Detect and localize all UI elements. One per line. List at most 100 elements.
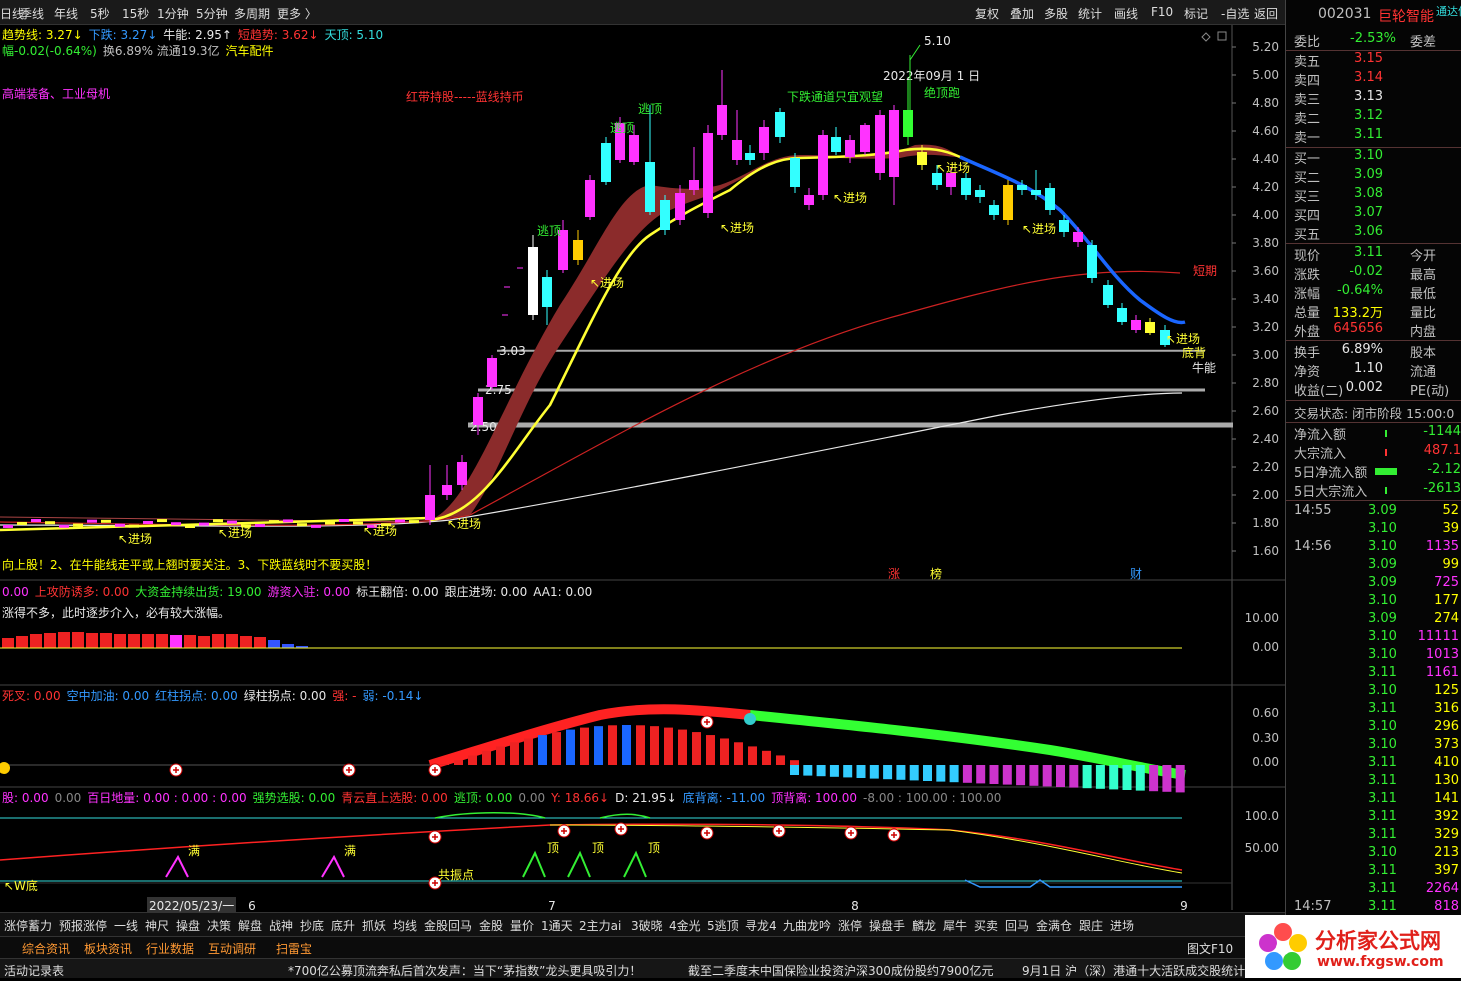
tick-volume: 1161 — [1425, 665, 1459, 680]
sub3-item-8: D: 21.95↓ — [615, 791, 677, 805]
bull-label: 牛能 — [1192, 360, 1216, 375]
tick-volume: 213 — [1434, 845, 1459, 860]
news-item-0[interactable]: *700亿公募顶流奔私后首次发声：当下“茅指数”龙头更具吸引力！ — [288, 962, 641, 979]
sell-1-value: 3.15 — [1354, 51, 1383, 66]
stat2-1-label: 净资 — [1294, 365, 1321, 380]
macd-red-bar — [454, 760, 463, 765]
macd-red-bar — [552, 732, 561, 765]
candle-body — [45, 521, 55, 525]
indicator-tab-5[interactable]: 决策 — [207, 917, 231, 934]
indicator-tab-3[interactable]: 神尺 — [145, 917, 169, 934]
indicator-tab-18[interactable]: 4金光 — [669, 917, 701, 934]
indicator-tab-12[interactable]: 金股回马 — [424, 917, 472, 934]
escape-label-1: 逃顶 — [610, 121, 634, 135]
indicator-tab-30[interactable]: 进场 — [1110, 917, 1134, 934]
info-tab-4[interactable]: 扫雷宝 — [276, 940, 312, 957]
tick-price: 3.11 — [1368, 809, 1397, 824]
indicator-tab-17[interactable]: 3破晓 — [631, 917, 663, 934]
indicator-tab-26[interactable]: 买卖 — [974, 917, 998, 934]
candle-body — [585, 180, 595, 217]
stat-1-label: 涨跌 — [1294, 268, 1321, 283]
tool-4[interactable]: 画线 — [1114, 5, 1138, 22]
indicator-tab-14[interactable]: 量价 — [510, 917, 534, 934]
indicator-tab-7[interactable]: 战神 — [269, 917, 293, 934]
indicator-tab-29[interactable]: 跟庄 — [1079, 917, 1103, 934]
info-tab-2[interactable]: 行业数据 — [146, 940, 194, 957]
entry-label-4: ↖进场 — [590, 276, 624, 290]
macd-green-bar — [989, 765, 999, 784]
price-tick: 3.00 — [1252, 348, 1279, 362]
indicator-tab-0[interactable]: 涨停蓄力 — [4, 917, 52, 934]
tick-volume: 329 — [1434, 827, 1459, 842]
info-tab-0[interactable]: 综合资讯 — [22, 940, 70, 957]
period-tab-3[interactable]: 5秒 — [90, 5, 110, 22]
tick-volume: 2264 — [1425, 881, 1459, 896]
period-tab-5[interactable]: 1分钟 — [157, 5, 189, 22]
tick-time: 14:57 — [1294, 899, 1332, 914]
f10-tab[interactable]: 图文F10 — [1187, 940, 1233, 957]
period-tab-2[interactable]: 年线 — [54, 5, 78, 22]
candle-body — [73, 523, 83, 527]
indicator-tab-8[interactable]: 抄底 — [300, 917, 324, 934]
news-item-1[interactable]: 截至二季度末中国保险业投资沪深300成份股约7900亿元 — [688, 962, 993, 979]
sub3-item-2: 百日地量: 0.00 : 0.00 : 0.00 — [87, 791, 247, 805]
indicator-tab-13[interactable]: 金股 — [479, 917, 503, 934]
indicator-tab-22[interactable]: 涨停 — [838, 917, 862, 934]
tool-3[interactable]: 统计 — [1078, 5, 1102, 22]
macd-green-bar — [1016, 765, 1026, 786]
candle-body — [311, 524, 321, 528]
tool-0[interactable]: 复权 — [975, 5, 999, 22]
indicator-tab-10[interactable]: 抓妖 — [362, 917, 386, 934]
indicator-tab-27[interactable]: 回马 — [1005, 917, 1029, 934]
info-tab-3[interactable]: 互动调研 — [208, 940, 256, 957]
indicator-tab-1[interactable]: 预报涨停 — [59, 917, 107, 934]
tick-volume: 397 — [1434, 863, 1459, 878]
tool-5[interactable]: F10 — [1151, 5, 1173, 19]
macd-green-bar — [1135, 765, 1145, 791]
indicator-tab-20[interactable]: 寻龙4 — [745, 917, 777, 934]
indicator-tab-9[interactable]: 底升 — [331, 917, 355, 934]
sub1-bar — [156, 634, 168, 648]
indicator-tab-16[interactable]: 2主力ai — [579, 917, 621, 934]
indicator-tab-6[interactable]: 解盘 — [238, 917, 262, 934]
flow-bar — [1385, 430, 1387, 437]
tool-2[interactable]: 多股 — [1044, 5, 1068, 22]
entry-label-6: ↖进场 — [833, 191, 867, 205]
news-item-2[interactable]: 9月1日 沪（深）港通十大活跃成交股统计 — [1022, 962, 1245, 979]
price-tick: 2.20 — [1252, 460, 1279, 474]
stat-2-label: 涨幅 — [1294, 287, 1321, 302]
indicator-tab-28[interactable]: 金满仓 — [1036, 917, 1072, 934]
annotation-down: 下跌通道只宜观望 — [787, 89, 883, 104]
tool-7[interactable]: -自选 — [1221, 5, 1249, 22]
indicator-tab-24[interactable]: 麟龙 — [912, 917, 936, 934]
indicator-tab-4[interactable]: 操盘 — [176, 917, 200, 934]
tick-volume: 296 — [1434, 719, 1459, 734]
indicator-tab-21[interactable]: 九曲龙吟 — [783, 917, 831, 934]
bottom-back-label: 底背 — [1182, 345, 1206, 360]
period-tab-7[interactable]: 多周期 — [234, 5, 270, 22]
indicator-tab-2[interactable]: 一线 — [114, 917, 138, 934]
indicator-tab-25[interactable]: 犀牛 — [943, 917, 967, 934]
period-tab-8[interactable]: 更多 〉 — [277, 5, 317, 22]
info-tab-1[interactable]: 板块资讯 — [84, 940, 132, 957]
chart-canvas[interactable]: 5.20 5.00 4.80 4.60 4.40 4.20 4.00 3.80 3.60 3.40… — [0, 25, 1285, 913]
signal-icon — [0, 762, 10, 774]
tool-1[interactable]: 叠加 — [1010, 5, 1034, 22]
period-tab-4[interactable]: 15秒 — [122, 5, 149, 22]
period-tab-1[interactable]: 季线 — [20, 5, 44, 22]
indicator-tab-19[interactable]: 5逃顶 — [707, 917, 739, 934]
sub1-indicator-line: 0.00 上攻防诱多: 0.00 大资金持续出货: 19.00 游资入驻: 0.00 标… — [2, 583, 598, 600]
tool-8[interactable]: 返回 — [1254, 5, 1278, 22]
indicator-tab-11[interactable]: 均线 — [393, 917, 417, 934]
period-tab-6[interactable]: 5分钟 — [196, 5, 228, 22]
indicator-tab-15[interactable]: 1通天 — [541, 917, 573, 934]
candle-body — [1045, 188, 1055, 210]
macd-green-bar — [1082, 765, 1092, 789]
indicator-tab-bar: 涨停蓄力 预报涨停 一线 神尺 操盘 决策 解盘 战神 抄底 底升 抓妖 均线 金股回马 金股 量价 1通天 2… — [0, 912, 1285, 936]
tick-price: 3.11 — [1368, 827, 1397, 842]
tool-6[interactable]: 标记 — [1184, 5, 1208, 22]
kline-chart[interactable]: 5.20 5.00 4.80 4.60 4.40 4.20 4.00 3.80 3.60 3.40… — [0, 25, 1285, 914]
indicator-tab-23[interactable]: 操盘手 — [869, 917, 905, 934]
activity-log[interactable]: 活动记录表 — [4, 962, 64, 979]
buy-2-label: 买二 — [1294, 171, 1321, 186]
